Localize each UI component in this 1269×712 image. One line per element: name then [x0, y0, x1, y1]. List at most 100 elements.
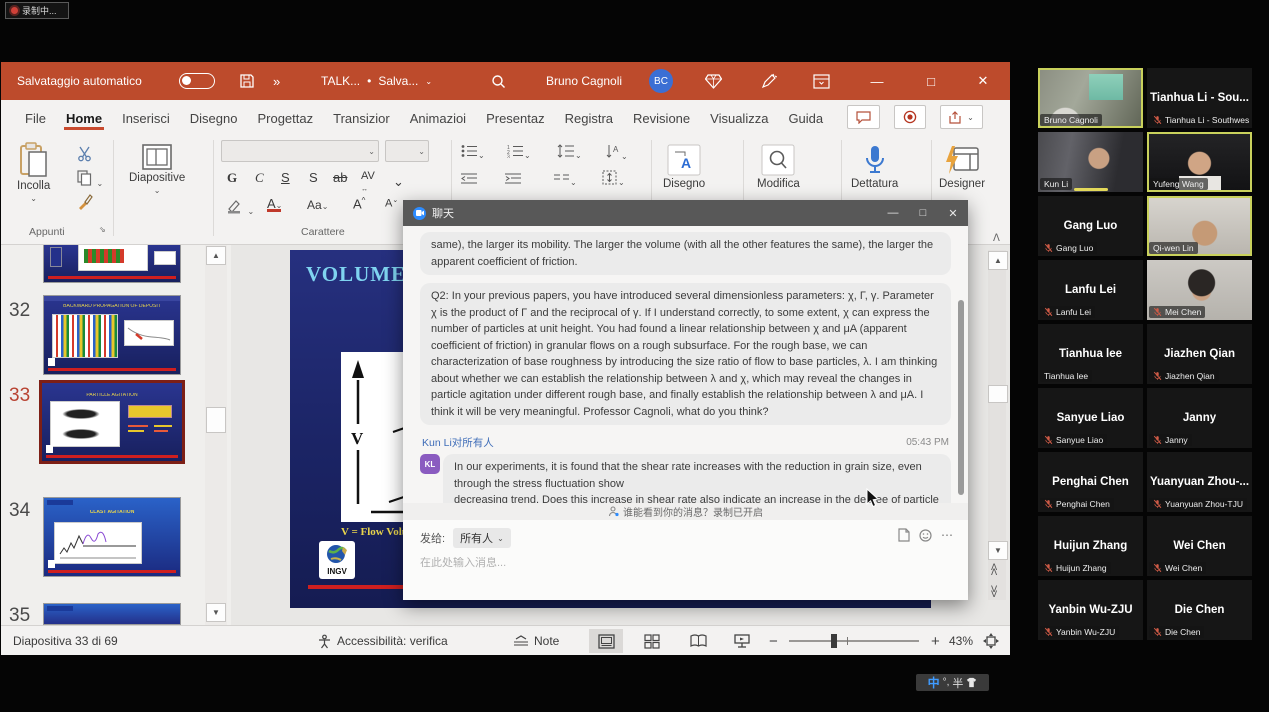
scrollbar-thumb[interactable]: [988, 385, 1008, 403]
ime-width-indicator[interactable]: 半: [952, 675, 963, 691]
chat-maximize-button[interactable]: □: [908, 200, 938, 226]
share-button[interactable]: ⌄: [940, 105, 983, 129]
next-slide-icon[interactable]: ᐯᐯ: [991, 587, 997, 597]
zoom-out-button[interactable]: −: [769, 626, 778, 656]
dictate-button[interactable]: Dettatura: [851, 144, 898, 190]
align-text-button[interactable]: ⌄: [601, 170, 625, 190]
font-size-select[interactable]: ⌄: [385, 140, 429, 162]
zoom-slider-thumb[interactable]: [831, 634, 837, 648]
italic-button[interactable]: C: [255, 170, 264, 186]
grow-font-button[interactable]: A^: [353, 196, 365, 211]
shrink-font-button[interactable]: A⌄: [385, 196, 398, 210]
ribbon-tab-transizior[interactable]: Transizior: [323, 103, 400, 132]
chat-scrollbar-thumb[interactable]: [958, 300, 964, 495]
premium-diamond-icon[interactable]: [705, 62, 722, 100]
bullets-button[interactable]: ⌄: [461, 144, 485, 163]
participant-tile[interactable]: Huijun ZhangHuijun Zhang: [1038, 516, 1143, 576]
document-title[interactable]: TALK...: [321, 74, 360, 88]
ribbon-tab-disegno[interactable]: Disegno: [180, 103, 248, 132]
account-avatar[interactable]: BC: [649, 62, 673, 100]
scrollbar-thumb[interactable]: [206, 407, 226, 433]
thumbnail-scrollbar[interactable]: ▲ ▼: [205, 245, 227, 625]
scroll-up-icon[interactable]: ▲: [206, 246, 226, 265]
participant-tile[interactable]: Mei Chen: [1147, 260, 1252, 320]
participant-tile[interactable]: Gang LuoGang Luo: [1038, 196, 1143, 256]
cut-button[interactable]: [77, 146, 93, 167]
participant-tile[interactable]: Yufeng Wang: [1147, 132, 1252, 192]
slideshow-view-button[interactable]: [725, 629, 759, 653]
participant-tile[interactable]: JannyJanny: [1147, 388, 1252, 448]
participant-tile[interactable]: Wei ChenWei Chen: [1147, 516, 1252, 576]
ribbon-display-options-icon[interactable]: [813, 62, 830, 100]
participant-tile[interactable]: Qi-wen Lin: [1147, 196, 1252, 256]
ribbon-tab-revisione[interactable]: Revisione: [623, 103, 700, 132]
record-button[interactable]: [894, 105, 926, 129]
participant-tile[interactable]: Tianhua leeTianhua lee: [1038, 324, 1143, 384]
scroll-up-icon[interactable]: ▲: [988, 251, 1008, 270]
chat-sender[interactable]: Kun Li对所有人: [422, 435, 494, 450]
columns-button[interactable]: ⌄: [553, 172, 577, 190]
ribbon-tab-presentaz[interactable]: Presentaz: [476, 103, 555, 132]
comments-button[interactable]: [847, 105, 880, 129]
participant-tile[interactable]: Lanfu LeiLanfu Lei: [1038, 260, 1143, 320]
slide-thumb-34[interactable]: CLAST AGITATION: [43, 497, 181, 577]
format-painter-button[interactable]: [77, 194, 93, 215]
line-spacing-button[interactable]: ⌄: [557, 144, 582, 163]
chat-message-list[interactable]: same), the larger its mobility. The larg…: [403, 226, 968, 503]
zoom-in-button[interactable]: +: [931, 626, 940, 656]
ribbon-tab-progettaz[interactable]: Progettaz: [247, 103, 323, 132]
participant-tile[interactable]: Kun Li: [1038, 132, 1143, 192]
slide-counter[interactable]: Diapositiva 33 di 69: [13, 626, 118, 656]
save-icon[interactable]: [239, 62, 255, 100]
minimize-button[interactable]: —: [857, 62, 897, 100]
slide-thumb-partial-top[interactable]: [43, 245, 181, 283]
chat-message-bubble[interactable]: same), the larger its mobility. The larg…: [420, 232, 951, 275]
text-shadow-button[interactable]: S: [309, 170, 318, 185]
normal-view-button[interactable]: [589, 629, 623, 653]
slide-thumb-32[interactable]: BACKWARD PROPAGATION OF DEPOSIT: [43, 295, 181, 375]
chat-input[interactable]: [420, 557, 951, 569]
ribbon-tab-home[interactable]: Home: [56, 103, 112, 132]
ribbon-tab-guida[interactable]: Guida: [778, 103, 833, 132]
character-spacing-button[interactable]: AV↔: [361, 170, 375, 194]
saved-status[interactable]: Salva...: [378, 74, 418, 88]
ribbon-tab-visualizza[interactable]: Visualizza: [700, 103, 778, 132]
new-slide-button[interactable]: Diapositive ⌄: [129, 144, 185, 195]
fit-slide-button[interactable]: [983, 626, 999, 656]
underline-button[interactable]: S: [281, 170, 290, 185]
strikethrough-button[interactable]: ab: [333, 170, 347, 185]
recording-indicator[interactable]: 录制中...: [5, 2, 69, 19]
toolbar-overflow-icon[interactable]: »: [273, 62, 280, 100]
emoji-icon[interactable]: [919, 529, 932, 542]
scroll-down-icon[interactable]: ▼: [988, 541, 1008, 560]
ime-status-bar[interactable]: 中 °, 半: [916, 674, 989, 691]
participant-tile[interactable]: Yanbin Wu-ZJUYanbin Wu-ZJU: [1038, 580, 1143, 640]
participant-tile[interactable]: Penghai ChenPenghai Chen: [1038, 452, 1143, 512]
increase-indent-button[interactable]: [505, 172, 522, 190]
numbering-button[interactable]: 123⌄: [507, 144, 531, 163]
participant-tile[interactable]: Yuanyuan Zhou-...Yuanyuan Zhou-TJU: [1147, 452, 1252, 512]
designer-button[interactable]: Designer: [939, 144, 985, 190]
ribbon-tab-file[interactable]: File: [15, 103, 56, 132]
participant-tile[interactable]: Bruno Cagnoli: [1038, 68, 1143, 128]
zoom-level[interactable]: 43%: [949, 626, 973, 656]
change-case-button[interactable]: Aa⌄: [307, 198, 328, 212]
ribbon-tab-registra[interactable]: Registra: [555, 103, 623, 132]
paste-button[interactable]: Incolla ⌄: [17, 142, 50, 203]
ime-language-indicator[interactable]: 中: [928, 674, 940, 691]
highlight-pen-button[interactable]: ⌄: [227, 198, 254, 219]
draw-group-button[interactable]: A Disegno: [663, 144, 705, 190]
accessibility-status[interactable]: Accessibilità: verifica: [317, 626, 448, 656]
slide-thumb-35[interactable]: [43, 603, 181, 625]
ribbon-tab-animazioi[interactable]: Animazioi: [400, 103, 476, 132]
edit-group-button[interactable]: Modifica: [757, 144, 800, 190]
slide-sorter-view-button[interactable]: [635, 629, 669, 653]
more-options-icon[interactable]: ⋯: [941, 528, 954, 542]
participant-tile[interactable]: Jiazhen QianJiazhen Qian: [1147, 324, 1252, 384]
scroll-down-icon[interactable]: ▼: [206, 603, 226, 622]
text-direction-button[interactable]: A⌄: [605, 144, 628, 164]
collapse-ribbon-icon[interactable]: ᐱ: [993, 233, 1000, 244]
attach-file-icon[interactable]: [898, 528, 910, 542]
font-color-button[interactable]: A⌄: [267, 196, 282, 212]
participant-tile[interactable]: Tianhua Li - Sou...Tianhua Li - Southwes…: [1147, 68, 1252, 128]
